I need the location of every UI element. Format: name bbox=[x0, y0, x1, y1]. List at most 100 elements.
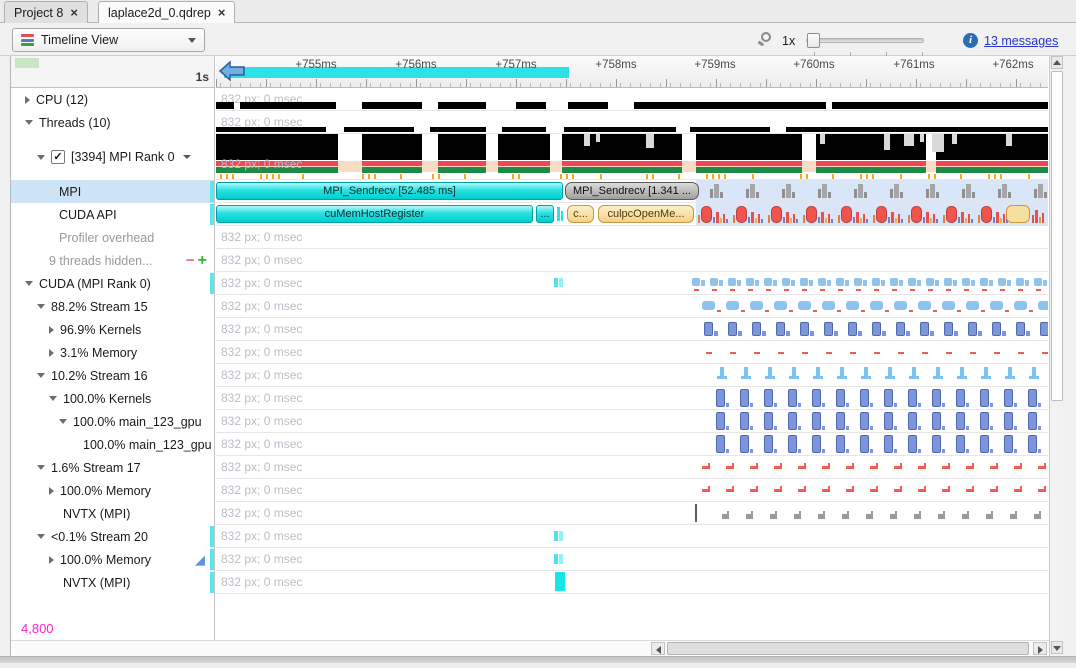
event-mark[interactable] bbox=[1007, 280, 1011, 286]
event-mark[interactable] bbox=[908, 435, 917, 453]
nvtx-range-marker[interactable] bbox=[695, 504, 697, 522]
event-mark[interactable] bbox=[813, 376, 823, 379]
event-mark[interactable] bbox=[788, 435, 797, 453]
event-mark[interactable] bbox=[837, 310, 841, 312]
event-mark[interactable] bbox=[828, 214, 830, 223]
event-mark[interactable] bbox=[884, 435, 893, 453]
event-mark[interactable] bbox=[1035, 210, 1038, 223]
event-mark[interactable] bbox=[1018, 289, 1023, 291]
event-mark[interactable] bbox=[557, 207, 560, 221]
event-mark[interactable] bbox=[799, 511, 801, 519]
sidebar-item-thread-3394[interactable]: ✓[3394] MPI Rank 0 bbox=[11, 134, 215, 180]
event-mark[interactable] bbox=[836, 389, 845, 407]
event-mark[interactable] bbox=[968, 322, 977, 336]
event-mark[interactable] bbox=[876, 486, 878, 492]
event-mark[interactable] bbox=[891, 212, 894, 223]
event-mark[interactable] bbox=[932, 435, 941, 453]
event-mark[interactable] bbox=[971, 219, 973, 223]
event-mark[interactable] bbox=[919, 511, 921, 519]
event-mark[interactable] bbox=[860, 435, 869, 453]
event-mark[interactable] bbox=[780, 463, 782, 469]
event-mark[interactable] bbox=[828, 486, 830, 492]
event-mark[interactable] bbox=[1014, 301, 1027, 310]
event-mark[interactable] bbox=[871, 511, 873, 519]
event-mark[interactable] bbox=[783, 217, 785, 223]
zoom-slider[interactable] bbox=[806, 31, 924, 51]
sidebar-item-kernels-96[interactable]: 96.9% Kernels bbox=[11, 318, 215, 341]
event-mark[interactable] bbox=[890, 189, 893, 198]
event-mark[interactable] bbox=[828, 192, 831, 198]
event-mark[interactable] bbox=[776, 322, 785, 336]
event-mark[interactable] bbox=[828, 463, 830, 469]
event-mark[interactable] bbox=[702, 301, 715, 310]
event-mark[interactable] bbox=[992, 322, 1001, 336]
event-mark[interactable] bbox=[841, 206, 852, 223]
event-mark[interactable] bbox=[708, 486, 710, 492]
event-mark[interactable] bbox=[942, 449, 945, 453]
event-mark[interactable] bbox=[996, 463, 998, 469]
event-mark[interactable] bbox=[846, 426, 849, 430]
event-mark[interactable] bbox=[726, 403, 729, 407]
tree-expander-down-icon[interactable] bbox=[37, 155, 45, 160]
event-mark[interactable] bbox=[720, 218, 722, 223]
event-mark[interactable] bbox=[972, 463, 974, 469]
event-mark[interactable] bbox=[962, 278, 970, 286]
event-mark[interactable] bbox=[848, 322, 857, 336]
event-mark[interactable] bbox=[778, 352, 784, 354]
event-mark[interactable] bbox=[754, 352, 760, 354]
event-mark[interactable] bbox=[930, 331, 934, 336]
event-mark[interactable] bbox=[982, 289, 987, 291]
event-mark[interactable] bbox=[864, 192, 867, 198]
event-mark[interactable] bbox=[1034, 278, 1042, 286]
tree-expander-down-icon[interactable] bbox=[37, 534, 45, 539]
event-mark[interactable] bbox=[726, 301, 739, 310]
event-mark[interactable] bbox=[981, 310, 985, 312]
event-mark[interactable] bbox=[1002, 331, 1006, 336]
tree-expander-down-icon[interactable] bbox=[37, 304, 45, 309]
tree-expander-down-icon[interactable] bbox=[25, 120, 33, 125]
event-mark[interactable] bbox=[895, 511, 897, 519]
event-mark[interactable] bbox=[788, 389, 797, 407]
event-mark[interactable] bbox=[1038, 426, 1041, 430]
timeline-row-profiler-overhead[interactable]: 832 px; 0 msec bbox=[216, 226, 1048, 249]
event-mark[interactable] bbox=[813, 310, 817, 312]
event-mark[interactable] bbox=[1018, 352, 1024, 354]
tree-expander-right-icon[interactable] bbox=[49, 487, 54, 495]
timeline-row-kernels-100[interactable]: 832 px; 0 msec bbox=[216, 387, 1048, 410]
event-mark[interactable] bbox=[775, 511, 777, 519]
event-bar[interactable]: MPI_Sendrecv [52.485 ms] bbox=[216, 182, 563, 200]
event-mark[interactable] bbox=[768, 215, 770, 223]
event-mark[interactable] bbox=[803, 215, 805, 223]
event-mark[interactable] bbox=[964, 289, 969, 291]
event-mark[interactable] bbox=[755, 280, 759, 286]
event-mark[interactable] bbox=[874, 289, 879, 291]
timeline-row-kernels-96[interactable]: 832 px; 0 msec bbox=[216, 318, 1048, 341]
event-mark[interactable] bbox=[712, 289, 717, 291]
event-mark[interactable] bbox=[826, 352, 832, 354]
event-mark[interactable] bbox=[766, 289, 771, 291]
sidebar-item-cuda-api[interactable]: CUDA API bbox=[11, 203, 215, 226]
thread-options-caret-icon[interactable] bbox=[183, 155, 191, 159]
event-mark[interactable] bbox=[980, 435, 989, 453]
event-mark[interactable] bbox=[791, 280, 795, 286]
event-mark[interactable] bbox=[726, 219, 728, 223]
event-mark[interactable] bbox=[698, 215, 700, 223]
event-mark[interactable] bbox=[981, 206, 992, 223]
event-mark[interactable] bbox=[856, 212, 859, 223]
tree-expander-right-icon[interactable] bbox=[49, 556, 54, 564]
event-mark[interactable] bbox=[838, 215, 840, 223]
event-mark[interactable] bbox=[771, 206, 782, 223]
event-mark[interactable] bbox=[1032, 215, 1034, 223]
timeline-row-threads[interactable]: 832 px; 0 msec bbox=[216, 111, 1048, 134]
event-mark[interactable] bbox=[993, 217, 995, 223]
event-mark[interactable] bbox=[555, 572, 565, 591]
event-mark[interactable] bbox=[790, 218, 792, 223]
event-mark[interactable] bbox=[863, 214, 865, 223]
event-mark[interactable] bbox=[714, 184, 719, 198]
event-mark[interactable] bbox=[720, 192, 723, 198]
event-mark[interactable] bbox=[713, 217, 715, 223]
event-mark[interactable] bbox=[758, 214, 760, 223]
scroll-up-button[interactable] bbox=[1051, 56, 1063, 69]
event-mark[interactable] bbox=[748, 217, 750, 223]
event-mark[interactable] bbox=[716, 389, 725, 407]
